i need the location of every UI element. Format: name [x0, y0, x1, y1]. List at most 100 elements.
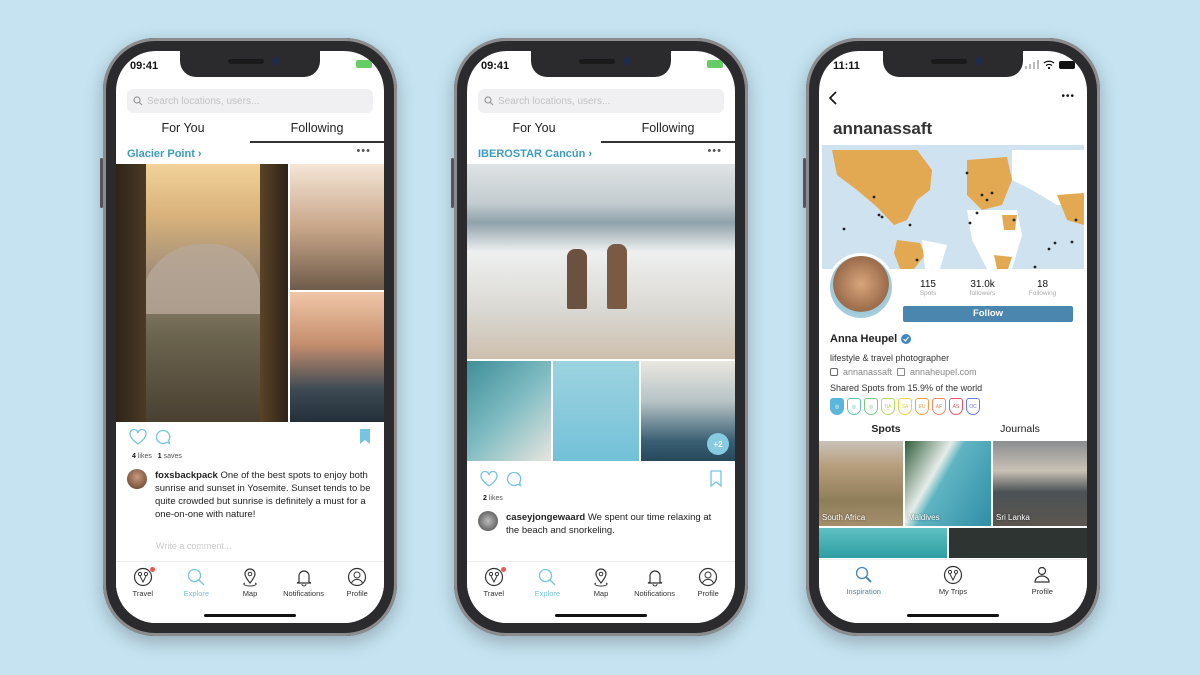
- more-options-button[interactable]: •••: [707, 145, 722, 157]
- tab-label: Travel: [483, 589, 505, 598]
- map-pin-icon: [594, 568, 608, 587]
- home-indicator[interactable]: [204, 614, 296, 617]
- tab-spots[interactable]: Spots: [819, 423, 953, 435]
- tab-profile[interactable]: Profile: [682, 567, 734, 598]
- tab-for-you[interactable]: For You: [467, 115, 601, 143]
- author-name[interactable]: caseyjongewaard: [506, 512, 585, 523]
- verified-icon: [901, 334, 912, 344]
- more-options-button[interactable]: •••: [356, 145, 371, 157]
- post-stats: 2 likes: [483, 495, 503, 502]
- tab-following[interactable]: Following: [250, 115, 384, 143]
- compass-badge-icon[interactable]: ◎: [847, 398, 861, 415]
- profile-links: annanassaft annaheupel.com: [830, 367, 977, 377]
- search-input[interactable]: Search locations, users...: [478, 89, 724, 113]
- post-photo-3[interactable]: [290, 292, 384, 422]
- tab-journals[interactable]: Journals: [953, 423, 1087, 435]
- continent-badge-oc[interactable]: OC: [966, 398, 980, 415]
- profile-bio: lifestyle & travel photographer: [830, 353, 950, 363]
- tab-label: Profile: [346, 589, 368, 598]
- spot-tile[interactable]: South Africa: [819, 441, 903, 526]
- tab-map[interactable]: Map: [575, 567, 627, 598]
- notification-dot: [149, 567, 155, 572]
- bookmark-icon[interactable]: [710, 470, 722, 487]
- location-link[interactable]: Glacier Point ›: [127, 148, 202, 160]
- like-icon[interactable]: [480, 471, 498, 487]
- world-map[interactable]: [822, 145, 1084, 269]
- likes-label: likes: [137, 453, 152, 460]
- battery-icon: [356, 60, 372, 68]
- stat-followers[interactable]: 31.0k followers: [970, 279, 996, 297]
- continent-badge-as[interactable]: AS: [949, 398, 963, 415]
- phone-profile: 11:11 ••• annanassaft 115 Spots 31.0k foll…: [803, 38, 1100, 636]
- profile-name: Anna Heupel: [830, 333, 898, 345]
- avatar[interactable]: [127, 469, 147, 489]
- instagram-link[interactable]: annanassaft: [843, 367, 892, 377]
- tab-profile[interactable]: Profile: [1016, 565, 1068, 596]
- tab-for-you[interactable]: For You: [116, 115, 250, 143]
- search-placeholder: Search locations, users...: [147, 95, 260, 107]
- post-photo-main[interactable]: [467, 164, 735, 359]
- search-input[interactable]: Search locations, users...: [127, 89, 373, 113]
- bookmark-icon[interactable]: [359, 428, 371, 445]
- post-stats: 4 likes 1 saves: [132, 453, 182, 460]
- location-link[interactable]: IBEROSTAR Cancún ›: [478, 148, 592, 160]
- more-options-button[interactable]: •••: [1061, 91, 1075, 102]
- tab-travel[interactable]: Travel: [468, 567, 520, 598]
- tab-label: My Trips: [938, 587, 968, 596]
- continent-badge-eu[interactable]: EU: [915, 398, 929, 415]
- tab-my-trips[interactable]: My Trips: [927, 565, 979, 596]
- comment-icon[interactable]: [155, 429, 171, 445]
- comment-icon[interactable]: [506, 471, 522, 487]
- spot-tile[interactable]: [819, 528, 947, 558]
- travel-badge-icon[interactable]: ◎: [830, 398, 844, 415]
- tab-notifications[interactable]: Notifications: [629, 567, 681, 598]
- more-photos-badge[interactable]: +2: [707, 433, 729, 455]
- home-indicator[interactable]: [555, 614, 647, 617]
- status-time: 09:41: [130, 60, 159, 72]
- post-actions: [467, 469, 735, 491]
- avatar[interactable]: [478, 511, 498, 531]
- bookmark-badge-icon[interactable]: ◎: [864, 398, 878, 415]
- continent-badge-sa[interactable]: SA: [898, 398, 912, 415]
- feed-tabs: For You Following: [467, 115, 735, 143]
- home-indicator[interactable]: [907, 614, 999, 617]
- tab-explore[interactable]: Explore: [521, 567, 573, 598]
- notch: [180, 51, 320, 77]
- post-caption: caseyjongewaard We spent our time relaxi…: [478, 511, 723, 537]
- continent-badge-na[interactable]: NA: [881, 398, 895, 415]
- tab-map[interactable]: Map: [224, 567, 276, 598]
- chevron-right-icon: ›: [197, 148, 202, 160]
- status-time: 09:41: [481, 60, 510, 72]
- tab-following[interactable]: Following: [601, 115, 735, 143]
- tab-notifications[interactable]: Notifications: [278, 567, 330, 598]
- comment-input[interactable]: Write a comment...: [156, 541, 231, 551]
- website-link[interactable]: annaheupel.com: [910, 367, 977, 377]
- spot-tile[interactable]: Maldives: [905, 441, 991, 526]
- post-photo-3[interactable]: [553, 361, 639, 461]
- back-icon[interactable]: [828, 91, 838, 105]
- post-photo-4[interactable]: +2: [641, 361, 735, 461]
- author-name[interactable]: foxsbackpack: [155, 470, 218, 481]
- tab-profile[interactable]: Profile: [331, 567, 383, 598]
- post-photo-main[interactable]: [116, 164, 288, 422]
- spot-tile[interactable]: [949, 528, 1087, 558]
- tab-explore[interactable]: Explore: [170, 567, 222, 598]
- stat-spots[interactable]: 115 Spots: [920, 279, 937, 297]
- like-icon[interactable]: [129, 429, 147, 445]
- profile-avatar[interactable]: [827, 253, 895, 321]
- tab-label: Notifications: [634, 589, 675, 598]
- screen: 09:41 Search locations, users... For You…: [116, 51, 384, 623]
- world-map-graphic: [832, 150, 1084, 269]
- spot-tile[interactable]: Sri Lanka: [993, 441, 1087, 526]
- post-photo-2[interactable]: [467, 361, 551, 461]
- continent-badge-af[interactable]: AF: [932, 398, 946, 415]
- status-time: 11:11: [833, 60, 860, 72]
- post-actions: [116, 427, 384, 449]
- follow-button[interactable]: Follow: [903, 306, 1073, 322]
- stat-following[interactable]: 18 Following: [1029, 279, 1056, 297]
- stat-value: 115: [920, 279, 936, 290]
- tab-inspiration[interactable]: Inspiration: [838, 565, 890, 596]
- map-pin-icon: [243, 568, 257, 587]
- tab-travel[interactable]: Travel: [117, 567, 169, 598]
- post-photo-2[interactable]: [290, 164, 384, 290]
